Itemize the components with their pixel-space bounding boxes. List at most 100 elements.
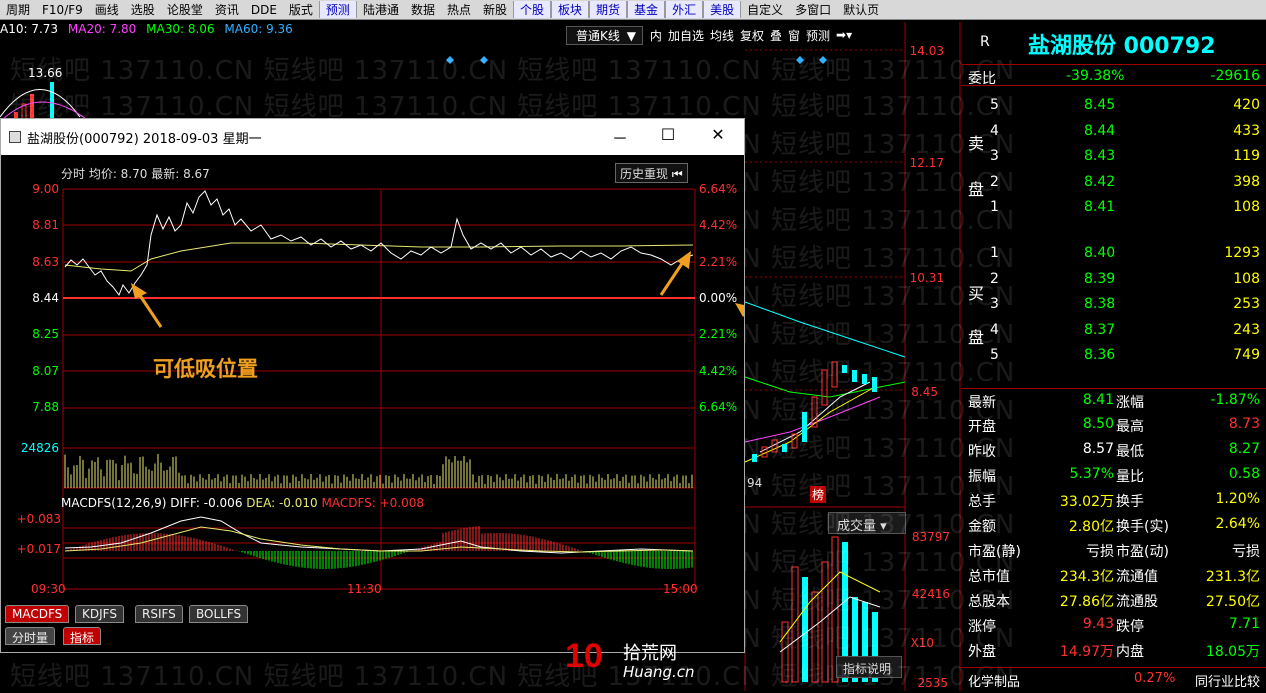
menu-item[interactable]: 多窗口 [789, 1, 837, 18]
stat-label: 市盈(动) [1116, 544, 1169, 560]
sell-order-row: 3 8.43 119 [962, 145, 1266, 167]
stat-row: 金额 2.80亿 换手(实) 2.64% [962, 513, 1266, 535]
stat-value: 9.43 [1082, 616, 1114, 632]
menu-item[interactable]: 热点 [441, 1, 477, 18]
price-axis-4: 8.44 [32, 291, 59, 305]
menu-item[interactable]: 周期 [0, 1, 36, 18]
volume-indicator-dropdown[interactable]: 成交量 ▾ [828, 512, 906, 534]
tab-kdjfs[interactable]: KDJFS [75, 605, 124, 623]
maximize-button[interactable]: ☐ [653, 125, 683, 144]
menu-item[interactable]: 新股 [477, 1, 513, 18]
menu-item[interactable]: 选股 [125, 1, 161, 18]
kline-vol-3: 2535 [917, 676, 948, 690]
menu-item[interactable]: DDE [245, 3, 283, 17]
stat-row: 振幅 5.37% 量比 0.58 [962, 463, 1266, 485]
stat-label: 振幅 [968, 469, 996, 485]
stat-row: 市盈(静) 亏损 市盈(动) 亏损 [962, 538, 1266, 560]
stat-value: 8.57 [1082, 441, 1114, 457]
sell-side-label-1: 卖 [968, 134, 985, 153]
pct-axis-2: 4.42% [699, 218, 738, 232]
tab-time-volume[interactable]: 分时量 [5, 627, 56, 645]
indicator-help-button[interactable]: 指标说明 [836, 656, 902, 678]
menu-item[interactable]: 资讯 [209, 1, 245, 18]
stock-name-code: 盐湖股份 000792 [1028, 34, 1216, 59]
sell-order-row: 4 8.44 433 [962, 120, 1266, 142]
tab-indicator[interactable]: 指标 [63, 627, 102, 645]
annotation-label: 可低吸位置 [153, 357, 258, 381]
kline-vol-1: 83797 [911, 530, 950, 544]
menu-item[interactable]: 个股 [513, 1, 552, 18]
order-volume: 749 [1233, 347, 1260, 363]
industry-compare-link[interactable]: 同行业比较 [1195, 671, 1260, 690]
stat-value: 27.50亿 [1205, 594, 1260, 610]
popup-title: 盐湖股份(000792) 2018-09-03 星期一 [27, 131, 262, 147]
stat-value: 亏损 [1086, 544, 1114, 560]
macdfs-value-label: MACDFS: +0.008 [321, 496, 425, 510]
menu-item[interactable]: 论股堂 [161, 1, 209, 18]
order-price: 8.45 [1084, 97, 1116, 113]
menu-item[interactable]: 版式 [283, 1, 319, 18]
history-replay-label: 历史重现 [620, 167, 669, 181]
buy-order-row: 2 8.39 108 [962, 268, 1266, 290]
menu-item[interactable]: 期货 [589, 1, 628, 18]
pct-axis-6: 4.42% [699, 364, 738, 378]
weibi-label: 委比 [968, 71, 996, 87]
menu-item[interactable]: 预测 [318, 1, 357, 18]
stat-value: 18.05万 [1205, 644, 1260, 660]
intraday-popup-window[interactable]: 盐湖股份(000792) 2018-09-03 星期一 － ☐ ✕ 分时 均价:… [0, 118, 745, 653]
weibi-value: -29616 [1210, 68, 1260, 84]
kline-price-4: 8.45 [911, 385, 938, 399]
close-button[interactable]: ✕ [703, 125, 733, 144]
tab-bollfs[interactable]: BOLLFS [189, 605, 249, 623]
order-level: 5 [990, 347, 999, 363]
order-price: 8.42 [1084, 173, 1116, 190]
stat-label: 总股本 [968, 594, 1010, 610]
kline-price-1: 14.03 [909, 44, 944, 58]
stat-value: 亏损 [1232, 544, 1260, 560]
pct-axis-5: 2.21% [699, 327, 738, 341]
rank-badge[interactable]: 榜 [810, 486, 827, 503]
order-volume: 108 [1233, 270, 1260, 287]
menu-item[interactable]: 基金 [627, 1, 666, 18]
menu-item[interactable]: 美股 [703, 1, 742, 18]
time-axis-open: 09:30 [31, 582, 66, 596]
history-replay-button[interactable]: 历史重现 ⏮ [615, 163, 688, 183]
stat-label: 换手 [1116, 494, 1144, 510]
quote-panel: R 盐湖股份 000792 委比 -39.38% -29616 5 8.45 420… [962, 22, 1266, 691]
buy-side-label-1: 买 [968, 284, 985, 303]
price-line [64, 190, 694, 297]
menu-item[interactable]: 陆港通 [357, 1, 405, 18]
industry-name: 化学制品 [968, 675, 1021, 690]
menu-item[interactable]: 默认页 [837, 1, 885, 18]
stat-row: 涨停 9.43 跌停 7.71 [962, 613, 1266, 635]
stat-value: 2.80亿 [1068, 519, 1114, 535]
sell-order-row: 2 8.42 398 [962, 171, 1266, 193]
price-axis-6: 8.07 [32, 364, 59, 378]
industry-percent: 0.27% [1134, 671, 1176, 686]
skip-back-icon: ⏮ [671, 167, 683, 181]
volume-dropdown-label: 成交量 [837, 519, 877, 534]
menu-item[interactable]: 板块 [551, 1, 590, 18]
order-price: 8.39 [1084, 270, 1116, 287]
stat-label: 最低 [1116, 444, 1144, 460]
minimize-button[interactable]: － [605, 125, 635, 149]
tab-macdfs[interactable]: MACDFS [5, 605, 70, 623]
macd-axis-1: +0.083 [16, 512, 61, 526]
macd-dea-label: DEA: -0.010 [246, 496, 318, 510]
menu-item[interactable]: F10/F9 [36, 3, 89, 17]
popup-title-bar[interactable]: 盐湖股份(000792) 2018-09-03 星期一 － ☐ ✕ [1, 119, 744, 155]
stat-value: 0.58 [1228, 466, 1260, 482]
kline-markers [446, 56, 827, 64]
stat-label: 换手(实) [1116, 519, 1169, 535]
stat-label: 量比 [1116, 469, 1144, 485]
stat-value: 14.97万 [1059, 644, 1114, 660]
menu-item[interactable]: 数据 [405, 1, 441, 18]
stat-value: 2.64% [1215, 516, 1260, 532]
stat-value: 8.50 [1082, 416, 1114, 432]
pct-axis-3: 2.21% [699, 255, 738, 269]
menu-item[interactable]: 自定义 [741, 1, 789, 18]
time-axis-noon: 11:30 [347, 582, 382, 596]
menu-item[interactable]: 画线 [89, 1, 125, 18]
tab-rsifs[interactable]: RSIFS [135, 605, 183, 623]
menu-item[interactable]: 外汇 [665, 1, 704, 18]
